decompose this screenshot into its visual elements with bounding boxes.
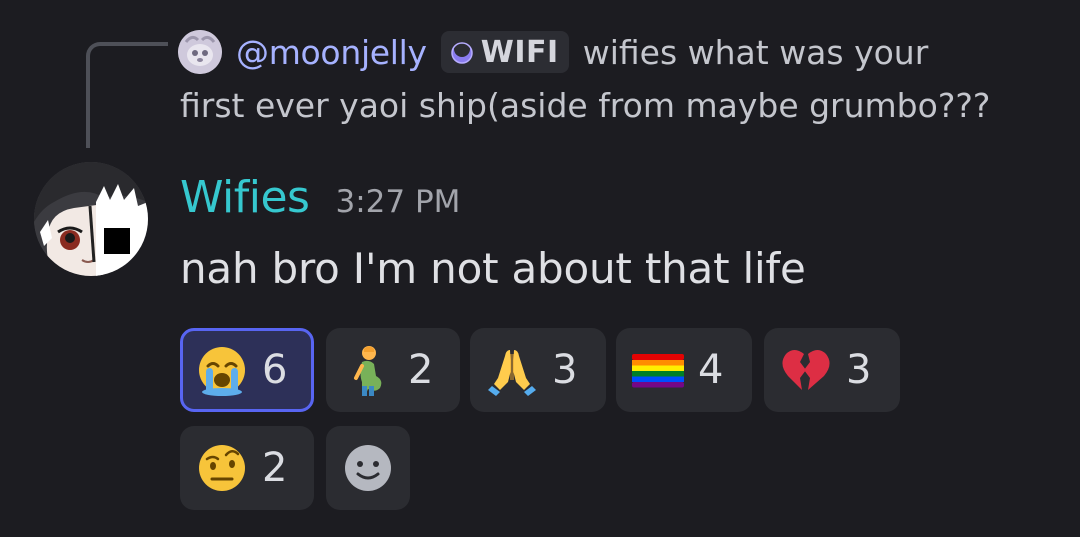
message-author-name[interactable]: Wifies [180,172,310,223]
reaction-loudly-crying[interactable]: 6 [180,328,314,412]
message-content: nah bro I'm not about that life [180,244,806,293]
reaction-count: 6 [262,347,288,393]
folded-hands-icon [488,350,536,396]
reaction-count: 3 [552,347,578,393]
reply-header: @moonjelly WIFI wifies what was your [236,28,928,76]
add-reaction-button[interactable] [326,426,410,510]
reply-preview-text[interactable]: wifies what was your [583,33,929,72]
reply-preview-text-continued[interactable]: first ever yaoi ship(aside from maybe gr… [180,86,990,125]
message-timestamp[interactable]: 3:27 PM [335,184,460,220]
server-tag-badge[interactable]: WIFI [440,31,569,73]
add-reaction-smiley-icon [345,445,391,491]
message-author-avatar[interactable] [34,162,148,276]
reaction-count: 4 [698,347,724,393]
reply-connector-line [86,42,168,148]
reaction-count: 2 [262,445,288,491]
rainbow-flag-icon [632,354,684,388]
broken-heart-icon [782,350,830,390]
reply-author-avatar[interactable] [178,30,222,74]
reaction-folded-hands[interactable]: 3 [470,328,606,412]
reaction-count: 3 [846,347,872,393]
reaction-pregnant-man[interactable]: 2 [326,328,460,412]
server-tag-label: WIFI [480,34,559,70]
message-view: @moonjelly WIFI wifies what was your fir… [0,0,1080,537]
reaction-raised-eyebrow[interactable]: 2 [180,426,314,510]
pregnant-man-icon [354,346,382,396]
reaction-broken-heart[interactable]: 3 [764,328,900,412]
loudly-crying-face-icon [199,347,245,396]
message-header: Wifies 3:27 PM [180,172,460,232]
reply-author-name[interactable]: @moonjelly [236,33,427,72]
reaction-rainbow-flag[interactable]: 4 [616,328,752,412]
reaction-count: 2 [408,347,434,393]
moon-tag-icon [451,41,473,64]
face-with-raised-eyebrow-icon [199,445,245,491]
